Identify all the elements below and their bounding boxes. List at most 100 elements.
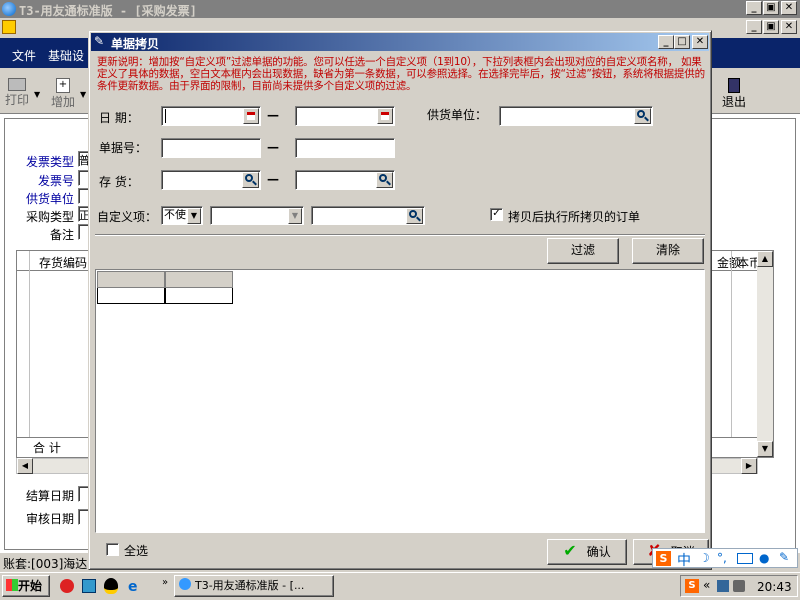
printer-icon [8, 78, 26, 91]
date-from-field[interactable] [161, 106, 261, 126]
add-label: 增加 [50, 95, 75, 109]
grid-vscroll-track[interactable] [757, 267, 773, 443]
quicklaunch-icon-2[interactable] [82, 579, 96, 593]
dialog-title: 单据拷贝 [111, 37, 160, 51]
mdi-minimize-button[interactable]: _ [746, 20, 762, 34]
supplier-filter-label: 供货单位： [427, 108, 488, 122]
system-tray: S « 20:43 [680, 575, 798, 597]
ime-mode[interactable]: 中 [677, 550, 691, 570]
results-row-cell[interactable] [165, 288, 233, 304]
copy-dialog: ✎ 单据拷贝 _ □ ✕ 更新说明：增加按“自定义项”过滤单据的功能。您可以任选… [88, 30, 712, 570]
pencil-icon: ✎ [94, 34, 105, 48]
exec-copied-checkbox[interactable]: ✓ [490, 208, 503, 221]
results-header-cell [97, 271, 165, 288]
ime-toolbar[interactable]: S 中 ☽ °, ● ✎ [652, 548, 798, 570]
supplier-filter-field[interactable] [499, 106, 653, 126]
taskbar-app-button[interactable]: T3-用友通标准版 - [... [174, 575, 334, 597]
custom-label: 自定义项： [97, 210, 158, 224]
sogou-logo-icon: S [656, 551, 671, 566]
exit-button[interactable]: 退出 [718, 76, 750, 110]
app-task-icon [179, 578, 191, 590]
keyboard-icon[interactable] [737, 553, 753, 564]
tray-chevron[interactable]: « [703, 578, 710, 592]
clear-button[interactable]: 清除 [632, 238, 704, 264]
app-minimize-button[interactable]: _ [746, 1, 762, 15]
taskbar-app-label: T3-用友通标准版 - [... [195, 579, 305, 592]
qq-penguin-icon[interactable] [104, 578, 118, 594]
settle-date-label: 结算日期 [26, 489, 75, 503]
grid-col-inventory-code: 存货编码 [39, 256, 88, 270]
app-logo-icon [2, 2, 16, 16]
app-maximize-button[interactable]: ▣ [763, 1, 779, 15]
grid-vscroll-down[interactable]: ▼ [757, 441, 773, 457]
invoice-type-label: 发票类型 [26, 155, 75, 169]
grid-vscroll-up[interactable]: ▲ [757, 251, 773, 267]
app-titlebar: T3-用友通标准版 - [采购发票] _ ▣ ✕ [0, 0, 800, 18]
print-button[interactable]: 打印 [2, 76, 32, 110]
add-doc-icon: + [56, 78, 70, 93]
dialog-minimize-button[interactable]: _ [658, 35, 674, 49]
ie-icon[interactable]: e [128, 579, 138, 595]
quicklaunch-icon-1[interactable] [60, 579, 74, 593]
ok-label: 确认 [586, 545, 611, 559]
inventory-from-field[interactable] [161, 170, 261, 190]
punct-icon[interactable]: °, [717, 551, 727, 565]
mdi-close-button[interactable]: ✕ [781, 20, 797, 34]
app-close-button[interactable]: ✕ [781, 1, 797, 15]
start-label: 开始 [18, 579, 43, 593]
add-button[interactable]: + 增加 [48, 76, 78, 110]
grid-hscroll-left[interactable]: ◀ [17, 458, 33, 474]
mdi-doc-icon [2, 20, 16, 34]
mdi-restore-button[interactable]: ▣ [763, 20, 779, 34]
moon-icon[interactable]: ☽ [699, 551, 710, 565]
sogou-tray-icon[interactable]: S [685, 579, 699, 593]
chevron-down-icon[interactable]: ▼ [187, 208, 201, 224]
dialog-maximize-button[interactable]: □ [674, 35, 690, 49]
clock: 20:43 [757, 580, 792, 594]
grid-hscroll-right[interactable]: ▶ [741, 458, 757, 474]
search-icon[interactable] [376, 172, 393, 188]
custom-select[interactable]: 不使 ▼ [161, 206, 203, 225]
menu-file[interactable]: 文件 [12, 47, 36, 64]
results-grid[interactable] [95, 269, 705, 533]
search-icon[interactable] [406, 208, 423, 224]
menu-basic[interactable]: 基础设 [48, 47, 84, 64]
docno-dash: — [267, 140, 279, 154]
docno-from-field[interactable] [161, 138, 261, 158]
ok-button[interactable]: ✔ 确认 [547, 539, 627, 565]
print-dropdown-icon[interactable]: ▼ [34, 90, 40, 99]
date-to-field[interactable] [295, 106, 395, 126]
custom-name-select[interactable]: ▼ [210, 206, 304, 225]
date-from-cursor [165, 109, 166, 123]
invoice-no-label: 发票号 [38, 174, 75, 188]
dialog-titlebar: ✎ 单据拷贝 _ □ ✕ [91, 33, 709, 51]
results-row-cell[interactable] [97, 288, 165, 304]
add-dropdown-icon[interactable]: ▼ [80, 90, 86, 99]
user-icon[interactable]: ● [759, 551, 769, 565]
taskbar-chevron[interactable]: » [162, 577, 168, 588]
calendar-icon[interactable] [377, 108, 393, 124]
start-button[interactable]: 开始 [2, 575, 50, 597]
inventory-to-field[interactable] [295, 170, 395, 190]
inventory-label: 存 货： [99, 175, 139, 189]
select-all-label: 全选 [124, 544, 149, 558]
grid-total-label: 合 计 [33, 441, 61, 455]
network-icon[interactable] [717, 580, 729, 592]
checkmark-icon: ✔ [563, 541, 577, 560]
chevron-down-icon[interactable]: ▼ [288, 208, 302, 224]
date-label: 日 期： [99, 111, 139, 125]
custom-select-value: 不使 [164, 208, 186, 221]
dialog-notice: 更新说明：增加按“自定义项”过滤单据的功能。您可以任选一个自定义项（1到10），… [97, 56, 705, 92]
volume-icon[interactable] [733, 580, 745, 592]
exec-copied-label: 拷贝后执行所拷贝的订单 [508, 210, 641, 224]
select-all-checkbox[interactable] [106, 543, 119, 556]
search-icon[interactable] [634, 108, 651, 124]
wrench-icon[interactable]: ✎ [779, 550, 789, 564]
exit-label: 退出 [721, 95, 746, 109]
custom-value-field[interactable] [311, 206, 425, 225]
docno-to-field[interactable] [295, 138, 395, 158]
dialog-close-button[interactable]: ✕ [692, 35, 708, 49]
calendar-icon[interactable] [243, 108, 259, 124]
filter-button[interactable]: 过滤 [547, 238, 619, 264]
search-icon[interactable] [242, 172, 259, 188]
